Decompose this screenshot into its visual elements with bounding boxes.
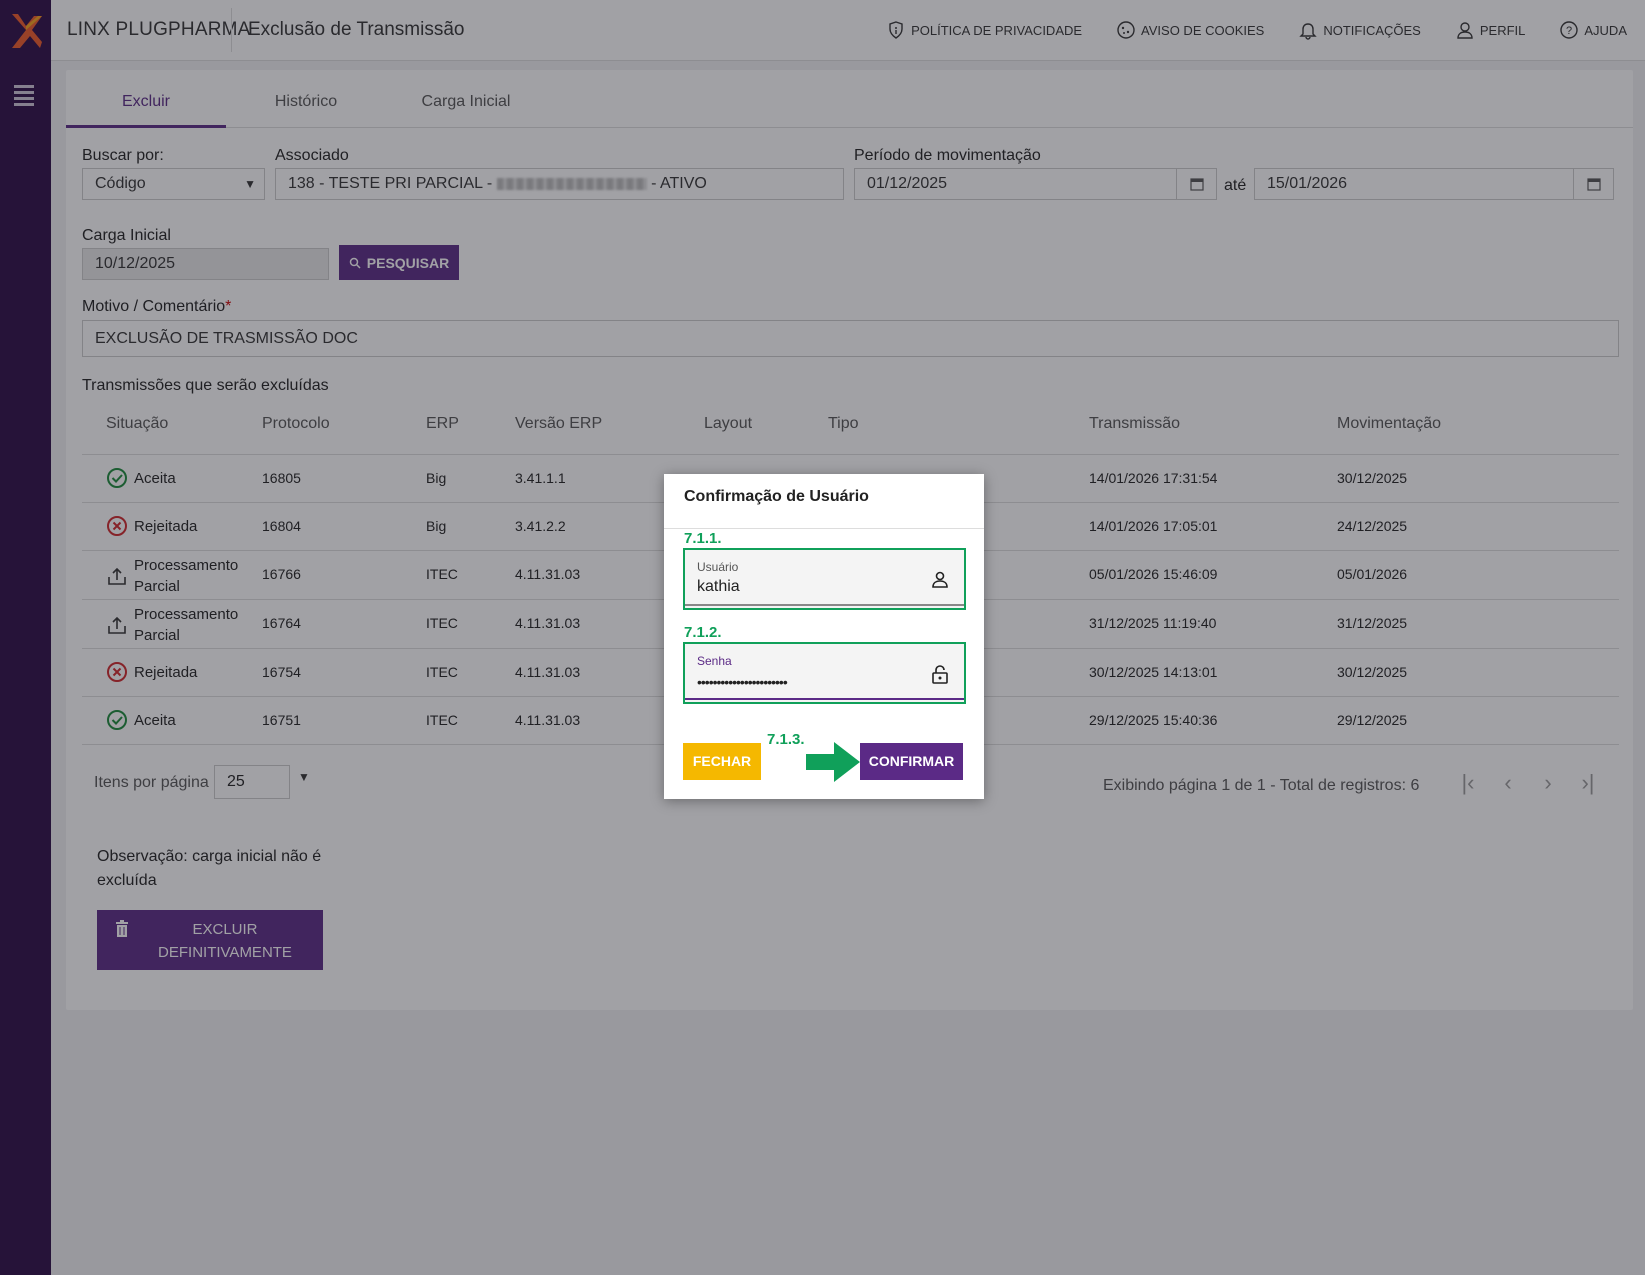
senha-field[interactable]: Senha ••••••••••••••••••••••• (683, 642, 966, 704)
field-underline (685, 604, 964, 606)
arrow-right-icon (806, 742, 860, 782)
step-label-1: 7.1.1. (684, 530, 722, 547)
usuario-field[interactable]: Usuário kathia (683, 548, 966, 610)
modal-title: Confirmação de Usuário (684, 488, 869, 505)
usuario-value: kathia (697, 578, 740, 595)
field-underline (685, 698, 964, 700)
senha-value: ••••••••••••••••••••••• (697, 674, 788, 690)
confirmar-button[interactable]: CONFIRMAR (860, 743, 963, 780)
usuario-label: Usuário (697, 560, 739, 574)
person-icon (932, 571, 948, 588)
fechar-button[interactable]: FECHAR (683, 743, 761, 780)
modal-divider (664, 528, 984, 529)
senha-label: Senha (697, 654, 732, 668)
lock-icon[interactable] (930, 664, 950, 684)
step-label-3: 7.1.3. (767, 731, 805, 748)
step-label-2: 7.1.2. (684, 624, 722, 641)
confirmacao-dialog: Confirmação de Usuário 7.1.1. Usuário ka… (664, 474, 984, 799)
